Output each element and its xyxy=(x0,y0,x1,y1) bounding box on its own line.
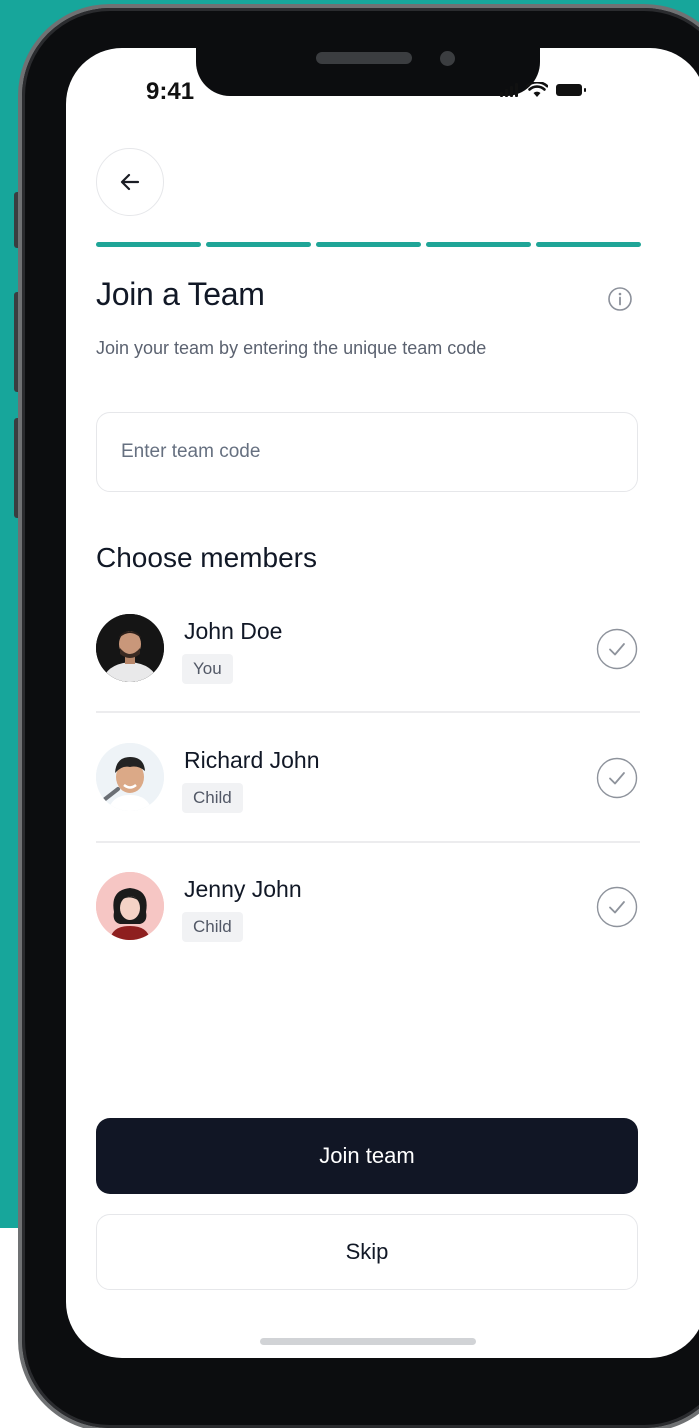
home-indicator xyxy=(260,1338,476,1345)
person-avatar-icon xyxy=(96,614,164,682)
member-name: John Doe xyxy=(184,618,283,644)
cellular-signal-icon xyxy=(500,83,518,97)
skip-button[interactable]: Skip xyxy=(96,1214,638,1290)
battery-icon xyxy=(556,84,586,96)
avatar xyxy=(96,614,164,682)
member-name: Richard John xyxy=(184,747,320,773)
girl-avatar-icon xyxy=(96,872,164,940)
member-row-john-doe[interactable]: John Doe You xyxy=(96,614,640,684)
back-button[interactable] xyxy=(96,148,164,216)
member-divider xyxy=(96,841,640,843)
status-icons xyxy=(500,82,586,98)
avatar xyxy=(96,872,164,940)
member-tag: You xyxy=(182,654,233,684)
member-row-richard-john[interactable]: Richard John Child xyxy=(96,743,640,813)
check-circle-icon[interactable] xyxy=(596,886,638,928)
member-divider xyxy=(96,711,640,713)
progress-step-4 xyxy=(426,242,531,247)
check-circle-icon[interactable] xyxy=(596,628,638,670)
join-team-button[interactable]: Join team xyxy=(96,1118,638,1194)
page-title: Join a Team xyxy=(96,276,265,312)
member-tag: Child xyxy=(182,783,243,813)
check-circle-icon[interactable] xyxy=(596,757,638,799)
status-time: 9:41 xyxy=(146,78,195,105)
front-camera xyxy=(440,51,455,66)
speaker-grille xyxy=(316,52,412,64)
wifi-icon xyxy=(526,82,548,97)
member-name: Jenny John xyxy=(184,876,302,902)
member-row-jenny-john[interactable]: Jenny John Child xyxy=(96,872,640,942)
app-screen: 9:41 Join a Team Join your team by enter… xyxy=(66,48,699,1358)
progress-step-1 xyxy=(96,242,201,247)
progress-step-5 xyxy=(536,242,641,247)
progress-step-2 xyxy=(206,242,311,247)
arrow-left-icon xyxy=(120,173,140,191)
avatar xyxy=(96,743,164,811)
team-code-input[interactable] xyxy=(96,412,638,492)
member-tag: Child xyxy=(182,912,243,942)
choose-members-title: Choose members xyxy=(96,542,317,573)
page-subtitle: Join your team by entering the unique te… xyxy=(96,338,487,358)
progress-step-3 xyxy=(316,242,421,247)
notch xyxy=(196,48,540,96)
info-icon[interactable] xyxy=(606,285,634,313)
step-progress-bar xyxy=(96,242,641,247)
child-avatar-icon xyxy=(96,743,164,811)
